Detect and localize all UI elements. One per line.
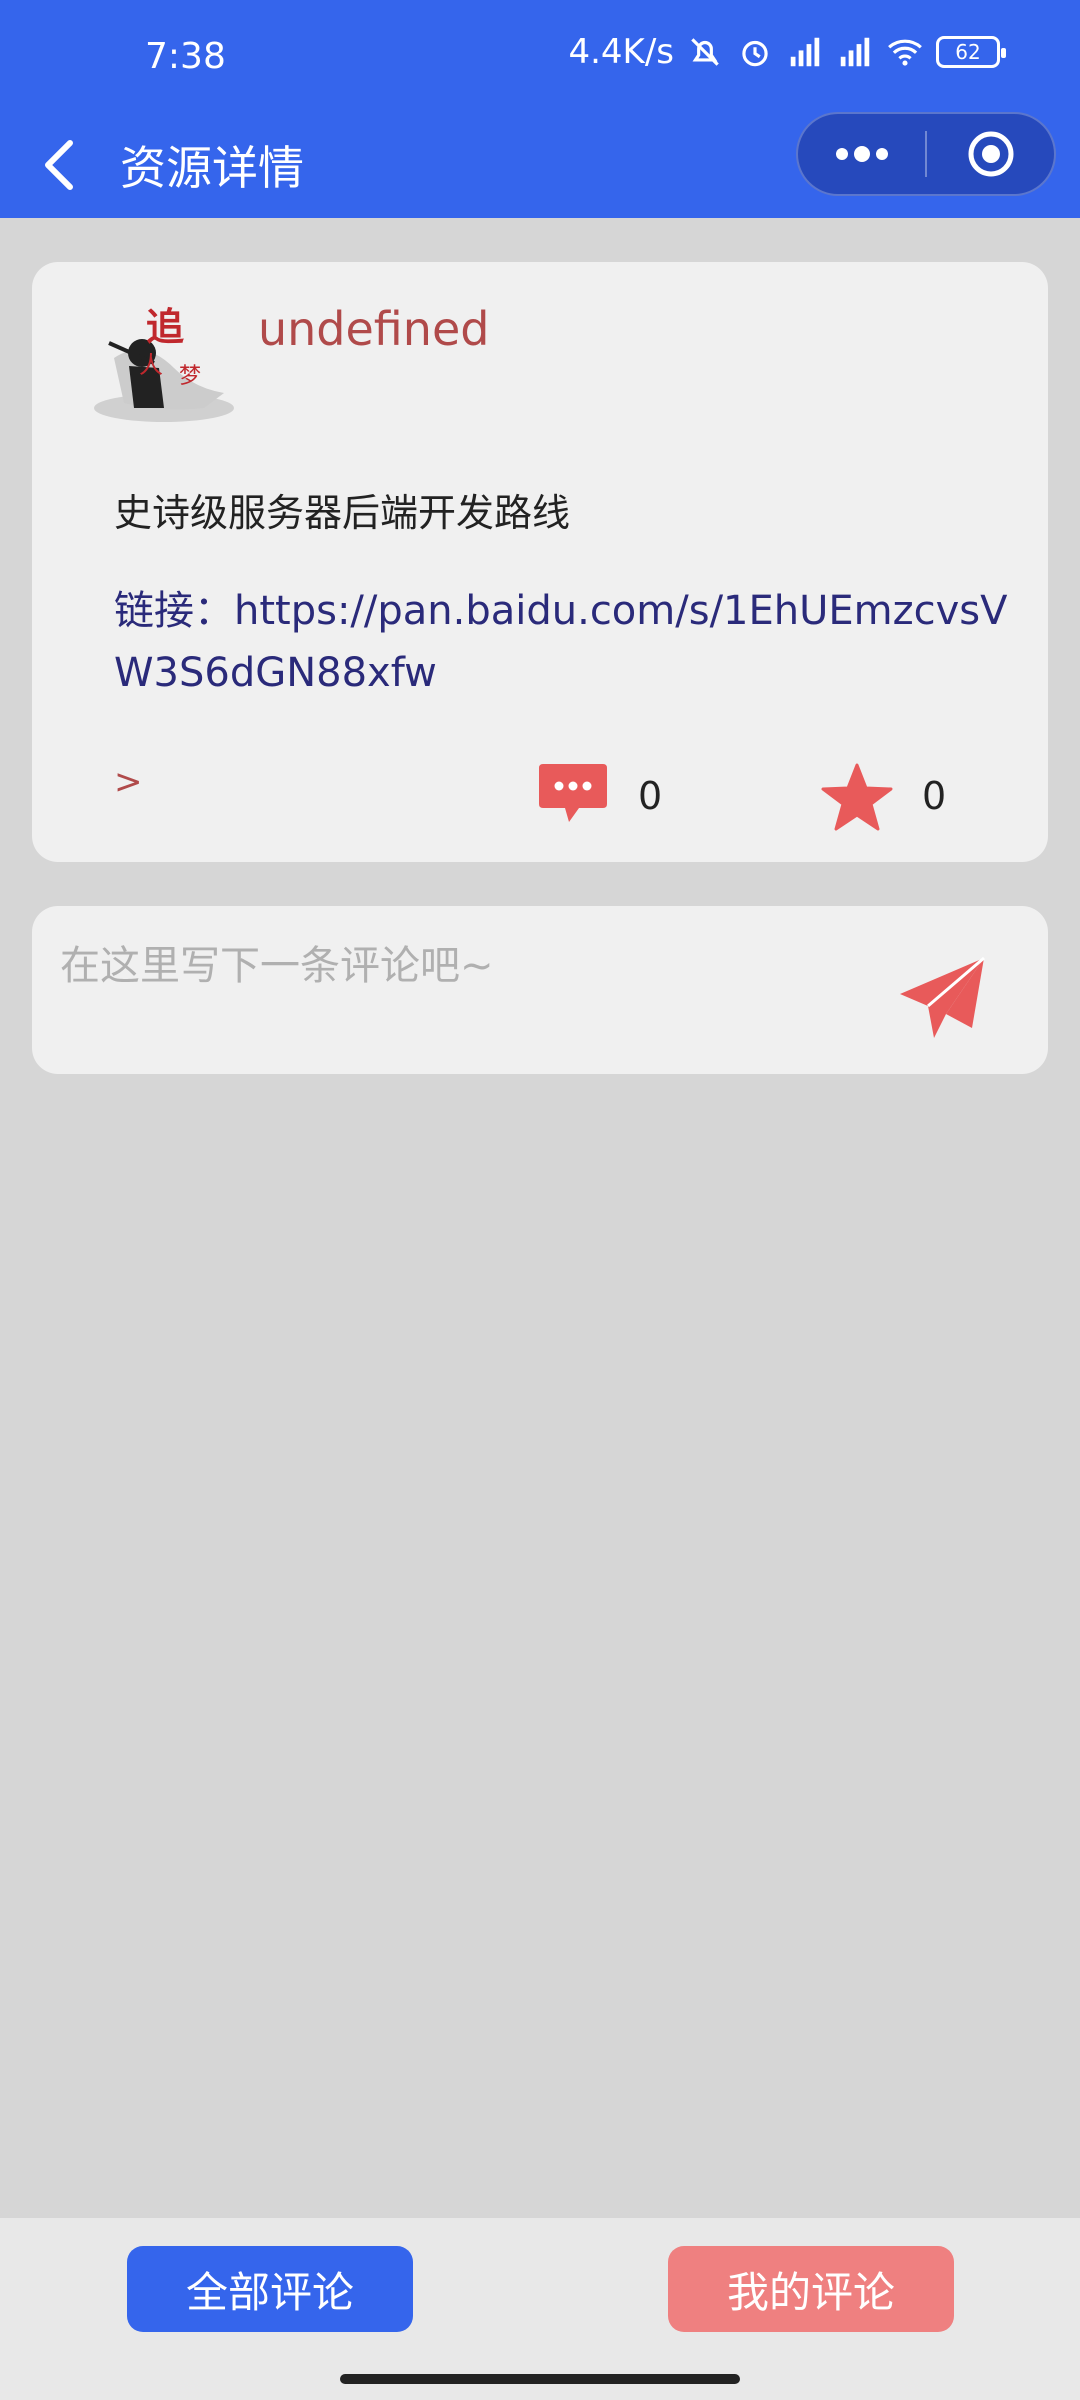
more-button[interactable] [798, 114, 925, 194]
all-comments-button[interactable]: 全部评论 [127, 2246, 413, 2332]
home-indicator[interactable] [340, 2374, 740, 2384]
send-icon[interactable] [894, 954, 990, 1044]
comment-box [32, 906, 1048, 1074]
author-name[interactable]: undefined [258, 302, 489, 356]
resource-title: 史诗级服务器后端开发路线 [114, 491, 571, 535]
svg-text:人: 人 [139, 351, 163, 379]
mini-program-capsule [796, 112, 1056, 196]
status-indicators: 4.4K/s 62 [568, 32, 1006, 72]
status-time: 7:38 [145, 36, 226, 77]
more-icon [835, 146, 888, 162]
signal-icon [790, 37, 820, 67]
svg-text:梦: 梦 [179, 364, 201, 389]
page-title: 资源详情 [120, 141, 304, 195]
comment-input[interactable] [60, 936, 860, 996]
comment-icon[interactable] [537, 760, 609, 828]
nav-bar: 资源详情 [0, 110, 1080, 218]
back-icon [45, 140, 73, 190]
avatar[interactable]: 追 梦 人 [84, 298, 244, 438]
resource-link[interactable]: 链接：https://pan.baidu.com/s/1EhUEmzcvsVW3… [114, 580, 1034, 704]
favorite-count: 0 [922, 774, 947, 818]
close-button[interactable] [927, 114, 1054, 194]
svg-text:追: 追 [146, 304, 184, 349]
star-icon[interactable] [820, 762, 894, 832]
back-button[interactable] [40, 130, 100, 200]
alarm-icon [742, 40, 768, 67]
my-comments-button[interactable]: 我的评论 [668, 2246, 954, 2332]
battery-icon: 62 [936, 36, 1006, 68]
wifi-icon [888, 39, 922, 66]
target-icon [968, 131, 1013, 177]
resource-card: 追 梦 人 undefined 史诗级服务器后端开发路线 链接：https://… [32, 262, 1048, 862]
mute-bell-icon [691, 38, 719, 66]
signal-icon-2 [840, 37, 870, 67]
status-bar: 7:38 4.4K/s 62 [0, 0, 1080, 120]
network-speed: 4.4K/s [568, 32, 674, 72]
comment-count: 0 [638, 774, 663, 818]
expand-toggle[interactable]: > [114, 762, 143, 802]
bottom-bar: 全部评论 我的评论 [0, 2218, 1080, 2400]
